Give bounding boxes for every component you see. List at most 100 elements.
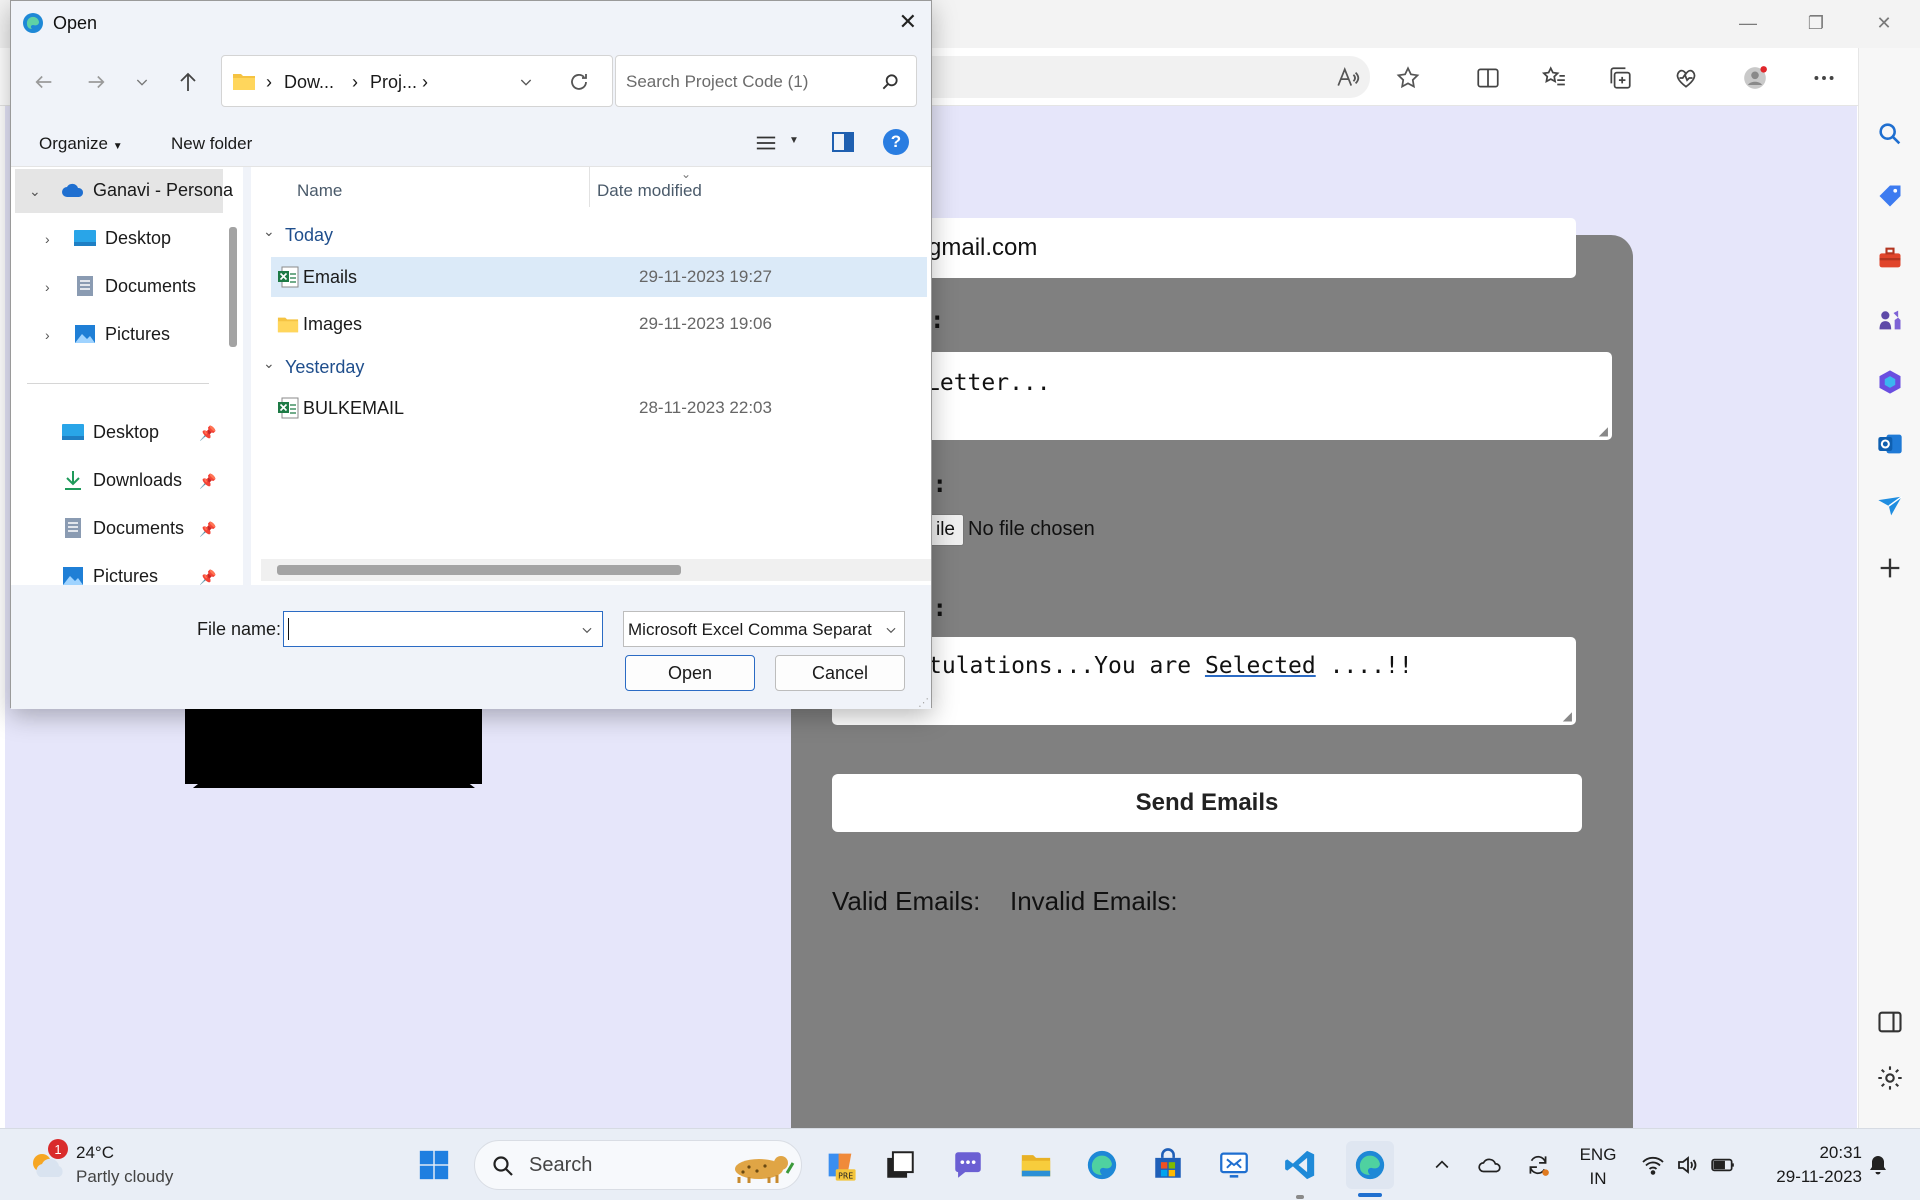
recent-locations-chevron-icon[interactable] bbox=[127, 67, 157, 97]
quick-access-pictures[interactable]: Pictures bbox=[61, 565, 158, 585]
file-name-dropdown-icon[interactable] bbox=[580, 623, 594, 637]
task-view-icon[interactable] bbox=[880, 1145, 920, 1185]
expand-chevron-icon[interactable]: › bbox=[45, 327, 50, 343]
file-explorer-icon[interactable] bbox=[1016, 1145, 1056, 1185]
close-window-icon[interactable]: ✕ bbox=[1854, 0, 1914, 46]
sync-tray-icon[interactable] bbox=[1520, 1145, 1556, 1185]
taskbar-search-box[interactable]: Search bbox=[474, 1140, 802, 1190]
teams-chat-icon[interactable] bbox=[948, 1145, 988, 1185]
vscode-icon[interactable] bbox=[1280, 1145, 1320, 1185]
pane-splitter[interactable] bbox=[243, 167, 251, 585]
column-header-date-modified[interactable]: Date modified bbox=[597, 181, 702, 201]
search-icon[interactable] bbox=[880, 72, 900, 92]
group-header-today[interactable]: Today bbox=[285, 225, 333, 246]
file-row-bulkemail[interactable]: BULKEMAIL 28-11-2023 22:03 bbox=[271, 388, 927, 428]
refresh-icon[interactable] bbox=[567, 70, 591, 94]
nav-onedrive-root[interactable]: Ganavi - Persona bbox=[61, 179, 233, 201]
cancel-button[interactable]: Cancel bbox=[775, 655, 905, 691]
tools-briefcase-icon[interactable] bbox=[1872, 240, 1908, 276]
show-hidden-icons-chevron-icon[interactable] bbox=[1422, 1145, 1462, 1185]
address-breadcrumb-bar[interactable]: › Dow... › Proj... › bbox=[221, 55, 613, 107]
email-input[interactable]: gmail.com bbox=[880, 218, 1576, 278]
remote-desktop-icon[interactable] bbox=[1214, 1145, 1254, 1185]
weather-widget[interactable]: 1 bbox=[26, 1139, 70, 1185]
microsoft365-icon[interactable] bbox=[1872, 364, 1908, 400]
up-arrow-icon[interactable] bbox=[173, 67, 203, 97]
collapse-chevron-icon[interactable]: ⌄ bbox=[29, 183, 41, 200]
edge-browser-icon[interactable] bbox=[1082, 1145, 1122, 1185]
send-drop-icon[interactable] bbox=[1872, 488, 1908, 524]
view-options-icon[interactable] bbox=[755, 133, 777, 153]
group-collapse-icon[interactable]: ⌄ bbox=[263, 355, 275, 372]
nav-pane-scrollbar[interactable] bbox=[229, 227, 237, 347]
microsoft-store-icon[interactable] bbox=[1148, 1145, 1188, 1185]
file-type-dropdown-icon[interactable] bbox=[884, 623, 898, 637]
browser-essentials-icon[interactable] bbox=[1666, 58, 1706, 98]
clock-time[interactable]: 20:31 bbox=[1750, 1143, 1862, 1163]
edge-active-icon[interactable] bbox=[1346, 1141, 1394, 1189]
nav-item-desktop[interactable]: Desktop bbox=[73, 227, 171, 249]
view-dropdown-icon[interactable]: ▼ bbox=[789, 135, 799, 146]
favorites-icon[interactable] bbox=[1534, 58, 1574, 98]
onedrive-tray-icon[interactable] bbox=[1472, 1145, 1508, 1185]
file-name-input[interactable] bbox=[283, 611, 603, 647]
file-row-emails[interactable]: Emails 29-11-2023 19:27 bbox=[271, 257, 927, 297]
minimize-icon[interactable]: — bbox=[1718, 0, 1778, 46]
favorite-star-icon[interactable] bbox=[1388, 58, 1428, 98]
collections-icon[interactable] bbox=[1600, 58, 1640, 98]
address-dropdown-icon[interactable] bbox=[518, 74, 534, 90]
nav-item-documents[interactable]: Documents bbox=[73, 275, 196, 297]
file-type-select[interactable]: Microsoft Excel Comma Separat bbox=[623, 611, 905, 647]
group-header-yesterday[interactable]: Yesterday bbox=[285, 357, 364, 378]
resize-handle-icon[interactable]: ◢ bbox=[1599, 424, 1608, 438]
notification-bell-icon[interactable] bbox=[1858, 1145, 1898, 1185]
add-icon[interactable] bbox=[1872, 550, 1908, 586]
sidebar-toggle-icon[interactable] bbox=[1872, 1004, 1908, 1040]
organize-menu[interactable]: Organize ▼ bbox=[39, 134, 123, 154]
shopping-tag-icon[interactable] bbox=[1872, 178, 1908, 214]
expand-chevron-icon[interactable]: › bbox=[45, 279, 50, 295]
settings-gear-icon[interactable] bbox=[1872, 1060, 1908, 1096]
expand-chevron-icon[interactable]: › bbox=[45, 231, 50, 247]
battery-icon[interactable] bbox=[1706, 1145, 1740, 1185]
file-row-images[interactable]: Images 29-11-2023 19:06 bbox=[271, 304, 927, 344]
dialog-search-input[interactable]: Search Project Code (1) bbox=[615, 55, 917, 107]
resize-handle-icon[interactable]: ◢ bbox=[1563, 709, 1572, 723]
outlook-icon[interactable] bbox=[1872, 426, 1908, 462]
open-button[interactable]: Open bbox=[625, 655, 755, 691]
search-icon[interactable] bbox=[1872, 116, 1908, 152]
back-arrow-icon[interactable] bbox=[29, 67, 59, 97]
column-divider[interactable] bbox=[589, 167, 590, 207]
more-options-icon[interactable] bbox=[1804, 58, 1844, 98]
start-button-icon[interactable] bbox=[414, 1145, 454, 1185]
help-icon[interactable]: ? bbox=[883, 129, 909, 155]
volume-icon[interactable] bbox=[1670, 1145, 1704, 1185]
wifi-icon[interactable] bbox=[1636, 1145, 1670, 1185]
breadcrumb-downloads[interactable]: Dow... bbox=[284, 72, 334, 93]
games-chess-icon[interactable] bbox=[1872, 302, 1908, 338]
send-emails-button[interactable]: Send Emails bbox=[832, 774, 1582, 832]
column-header-name[interactable]: Name bbox=[297, 181, 342, 201]
group-collapse-icon[interactable]: ⌄ bbox=[263, 223, 275, 240]
nav-item-pictures[interactable]: Pictures bbox=[73, 323, 170, 345]
copilot-preview-icon[interactable]: PRE bbox=[820, 1145, 860, 1185]
profile-avatar-icon[interactable] bbox=[1735, 58, 1775, 98]
quick-access-documents[interactable]: Documents bbox=[61, 517, 184, 539]
quick-access-downloads[interactable]: Downloads bbox=[61, 469, 182, 491]
split-screen-icon[interactable] bbox=[1468, 58, 1508, 98]
message-textarea[interactable]: tulations...You are Selected ....!! ◢ bbox=[832, 637, 1576, 725]
dialog-close-icon[interactable]: ✕ bbox=[899, 9, 917, 35]
breadcrumb-project[interactable]: Proj... bbox=[370, 72, 417, 93]
forward-arrow-icon[interactable] bbox=[81, 67, 111, 97]
quick-access-desktop[interactable]: Desktop bbox=[61, 421, 159, 443]
restore-icon[interactable]: ❐ bbox=[1786, 0, 1846, 46]
subject-textarea[interactable]: Letter... ◢ bbox=[880, 352, 1612, 440]
preview-pane-icon[interactable] bbox=[831, 131, 855, 153]
clock-date[interactable]: 29-11-2023 bbox=[1750, 1167, 1862, 1187]
language-line2[interactable]: IN bbox=[1578, 1169, 1618, 1189]
language-line1[interactable]: ENG bbox=[1578, 1145, 1618, 1165]
horizontal-scrollbar[interactable] bbox=[277, 565, 681, 575]
resize-grip-icon[interactable]: ⋰ bbox=[918, 696, 929, 709]
new-folder-button[interactable]: New folder bbox=[171, 134, 252, 154]
address-bar[interactable] bbox=[900, 56, 1370, 98]
